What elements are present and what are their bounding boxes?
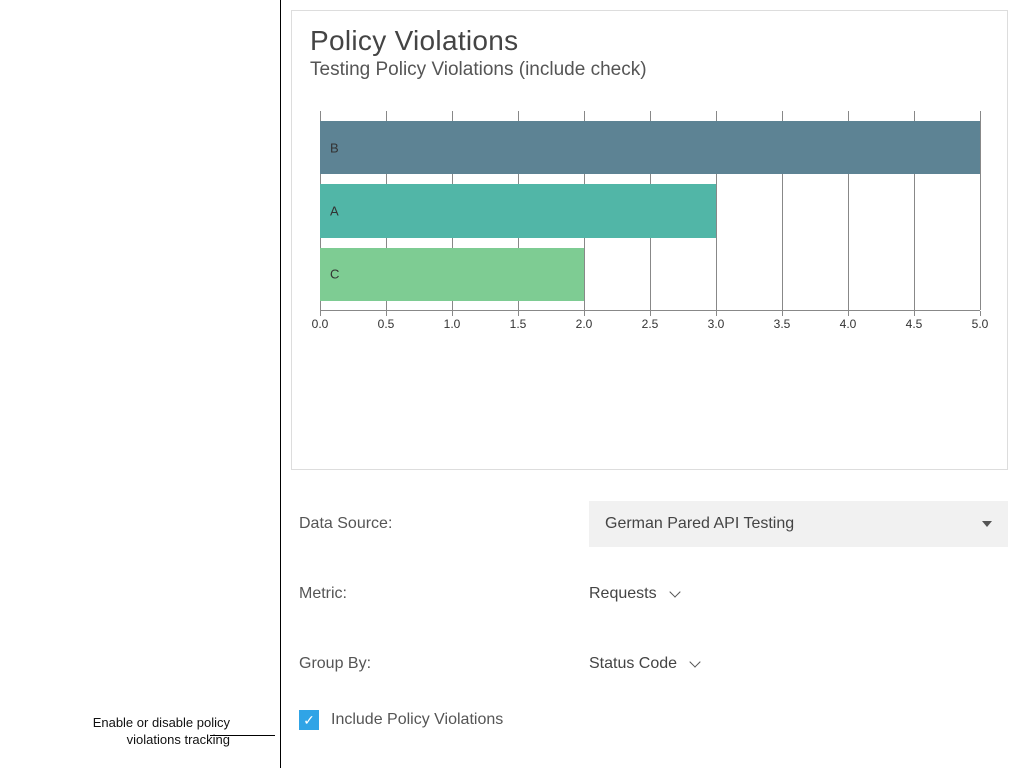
bar[interactable] — [320, 184, 716, 237]
group-by-label: Group By: — [299, 655, 589, 673]
data-source-select[interactable]: German Pared API Testing — [589, 501, 1008, 547]
controls-section: Data Source: German Pared API Testing Me… — [299, 500, 1008, 730]
xtick-mark — [518, 311, 519, 316]
include-policy-violations-label: Include Policy Violations — [331, 711, 503, 729]
group-by-value: Status Code — [589, 655, 677, 673]
xtick-label: 2.5 — [642, 317, 659, 331]
callout-text: Enable or disable policy violations trac… — [0, 715, 230, 749]
chevron-down-icon — [689, 656, 700, 667]
chart-subtitle: Testing Policy Violations (include check… — [310, 59, 989, 81]
metric-label: Metric: — [299, 585, 589, 603]
xtick-mark — [452, 311, 453, 316]
chart-title: Policy Violations — [310, 25, 989, 57]
data-source-row: Data Source: German Pared API Testing — [299, 500, 1008, 548]
group-by-row: Group By: Status Code — [299, 640, 1008, 688]
callout-connector-line — [210, 735, 275, 736]
bar-row: A — [320, 184, 980, 237]
callout-line1: Enable or disable policy — [93, 715, 230, 730]
bar-category-label: A — [330, 203, 339, 218]
chart-plot-area: BAC 0.00.51.01.52.02.53.03.54.04.55.0 — [320, 111, 980, 311]
xtick-label: 3.5 — [774, 317, 791, 331]
bar-category-label: C — [330, 267, 339, 282]
xtick-label: 0.0 — [312, 317, 329, 331]
xtick-label: 0.5 — [378, 317, 395, 331]
gridline — [980, 111, 981, 310]
chart-card: Policy Violations Testing Policy Violati… — [291, 10, 1008, 470]
bar-row: B — [320, 121, 980, 174]
caret-down-icon — [982, 521, 992, 527]
xtick-mark — [650, 311, 651, 316]
xtick-label: 1.0 — [444, 317, 461, 331]
bar-row: C — [320, 248, 980, 301]
xtick-mark — [914, 311, 915, 316]
xtick-label: 3.0 — [708, 317, 725, 331]
group-by-select[interactable]: Status Code — [589, 655, 699, 673]
bar[interactable] — [320, 121, 980, 174]
xtick-mark — [782, 311, 783, 316]
chevron-down-icon — [669, 586, 680, 597]
xtick-mark — [980, 311, 981, 316]
xtick-mark — [320, 311, 321, 316]
data-source-value: German Pared API Testing — [605, 515, 794, 533]
check-icon: ✓ — [303, 712, 315, 729]
xtick-mark — [848, 311, 849, 316]
xtick-label: 5.0 — [972, 317, 989, 331]
xtick-mark — [386, 311, 387, 316]
xtick-label: 4.0 — [840, 317, 857, 331]
bar-category-label: B — [330, 140, 339, 155]
settings-panel: Policy Violations Testing Policy Violati… — [280, 0, 1018, 768]
bar[interactable] — [320, 248, 584, 301]
xtick-label: 2.0 — [576, 317, 593, 331]
data-source-label: Data Source: — [299, 515, 589, 533]
metric-value: Requests — [589, 585, 657, 603]
plot-inner: B A C — [320, 111, 980, 311]
metric-row: Metric: Requests — [299, 570, 1008, 618]
xtick-label: 4.5 — [906, 317, 923, 331]
metric-select[interactable]: Requests — [589, 585, 679, 603]
xtick-mark — [716, 311, 717, 316]
xtick-mark — [584, 311, 585, 316]
include-policy-violations-row: ✓ Include Policy Violations — [299, 710, 1008, 730]
xtick-label: 1.5 — [510, 317, 527, 331]
include-policy-violations-checkbox[interactable]: ✓ — [299, 710, 319, 730]
